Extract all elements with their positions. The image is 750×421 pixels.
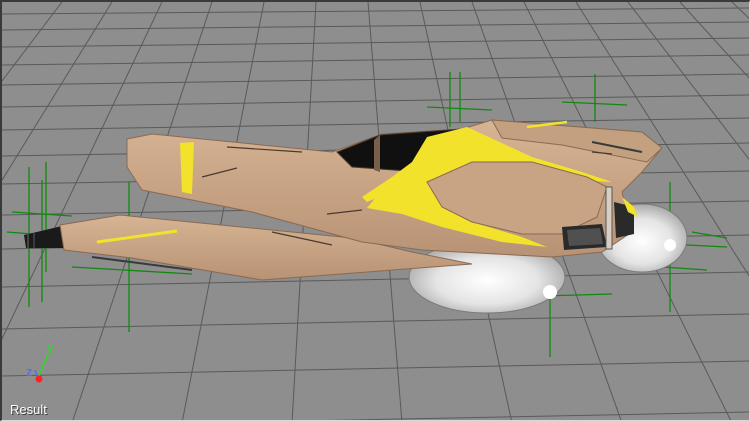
- axis-z-label: Z: [26, 368, 33, 379]
- viewport-result[interactable]: Y Z Result: [0, 0, 750, 421]
- engine-nozzle: [24, 226, 64, 248]
- side-stripe-yellow: [180, 142, 194, 194]
- scene-canvas[interactable]: [2, 2, 750, 421]
- viewport-label[interactable]: Result: [10, 402, 47, 418]
- hover-vehicle-model[interactable]: [24, 119, 688, 314]
- rear-strut: [605, 186, 613, 250]
- axis-y-label: Y: [47, 345, 54, 356]
- axis-gizmo: [34, 353, 49, 383]
